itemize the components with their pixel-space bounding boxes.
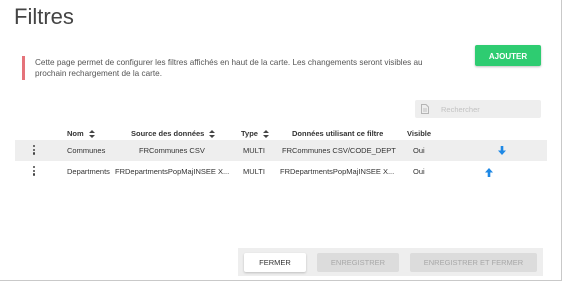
arrow-up-icon[interactable]: [485, 168, 493, 177]
column-header-label: Données utilisant ce filtre: [292, 129, 384, 138]
sort-icon: [88, 130, 95, 139]
table-row[interactable]: Communes FRCommunes CSV MULTI FRCommunes…: [15, 140, 547, 161]
column-header-label: Nom: [67, 129, 84, 138]
save-and-close-button[interactable]: ENREGISTRER ET FERMER: [410, 253, 537, 272]
dialog-footer: FERMER ENREGISTRER ENREGISTRER ET FERMER: [238, 248, 543, 276]
cell-visible: Oui: [413, 146, 425, 155]
cell-type: MULTI: [243, 146, 265, 155]
column-header-label: Visible: [407, 129, 432, 138]
table-row[interactable]: Departments FRDepartmentsPopMajINSEE X..…: [15, 161, 547, 182]
search-input[interactable]: [441, 102, 537, 116]
column-header-label: Source des données: [131, 129, 205, 138]
arrow-down-icon[interactable]: [498, 146, 506, 155]
cell-source: FRDepartmentsPopMajINSEE X...: [115, 167, 230, 176]
column-header-label: Type: [241, 129, 258, 138]
cell-data: FRCommunes CSV/CODE_DEPT: [282, 146, 396, 155]
column-header-type[interactable]: Type: [241, 129, 270, 139]
row-menu-icon[interactable]: [32, 145, 36, 156]
column-header-data: Données utilisant ce filtre: [292, 129, 383, 138]
column-header-visible: Visible: [407, 129, 431, 138]
info-accent-bar: [22, 56, 25, 80]
column-header-source[interactable]: Source des données: [131, 129, 216, 139]
add-button[interactable]: AJOUTER: [475, 45, 541, 66]
cell-data: FRDepartmentsPopMajINSEE X...: [280, 167, 395, 176]
filters-table: Nom Source des données Type Données util…: [15, 126, 547, 182]
row-menu-icon[interactable]: [32, 166, 36, 177]
save-button[interactable]: ENREGISTRER: [317, 253, 399, 272]
close-button[interactable]: FERMER: [244, 253, 306, 272]
sort-icon: [263, 130, 270, 139]
table-header: Nom Source des données Type Données util…: [15, 126, 547, 140]
cell-name: Communes: [67, 146, 106, 155]
search-box[interactable]: [415, 100, 541, 118]
cell-name: Departments: [67, 167, 110, 176]
page-title: Filtres: [14, 4, 74, 29]
cell-visible: Oui: [413, 167, 425, 176]
sort-icon: [209, 130, 216, 139]
document-icon: [421, 104, 429, 114]
cell-source: FRCommunes CSV: [139, 146, 205, 155]
column-header-name[interactable]: Nom: [67, 129, 95, 139]
cell-type: MULTI: [243, 167, 265, 176]
info-message: Cette page permet de configurer les filt…: [35, 58, 423, 78]
